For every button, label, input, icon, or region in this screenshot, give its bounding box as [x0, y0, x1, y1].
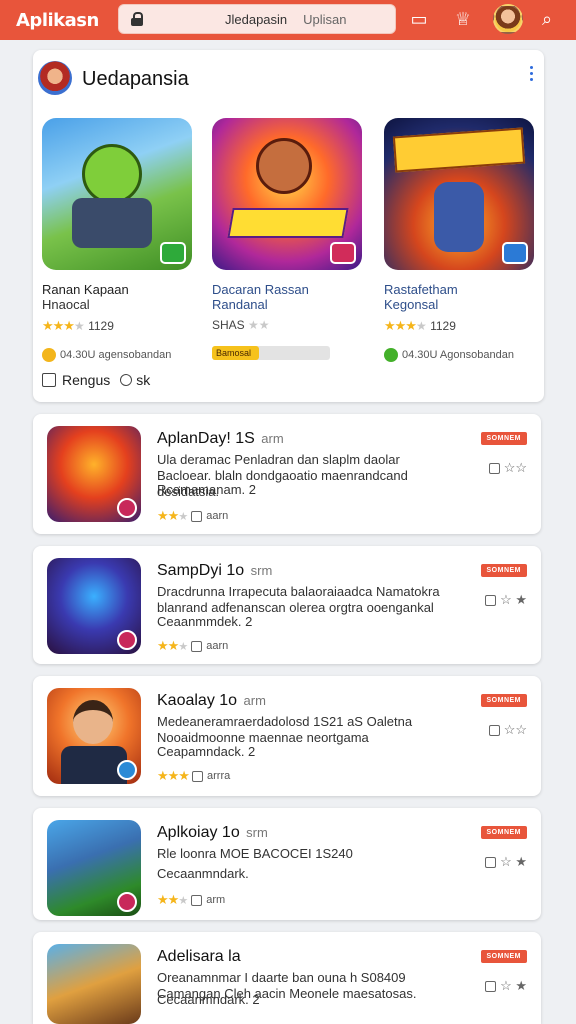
featured-app-name: Rastafetham — [384, 282, 458, 297]
list-item-title: AplanDay! 1S arm — [157, 430, 284, 447]
like-icon[interactable] — [485, 981, 497, 993]
app-badge — [330, 242, 356, 264]
status-badge: SOMNEM — [480, 564, 527, 577]
featured-app-sub: Randanal — [212, 297, 268, 312]
progress-bar: Bamosal — [212, 346, 330, 360]
list-item[interactable]: Kaoalay 1o arm Medeaneramraerdadolosd 1S… — [33, 676, 541, 796]
list-item[interactable]: SampDyi 1o srm Dracdrunna Irrapecuta bal… — [33, 546, 541, 664]
status-badge: SOMNEM — [480, 950, 527, 963]
like-icon[interactable] — [485, 595, 497, 607]
list-item-rating: ★★ ★ arm — [157, 892, 226, 907]
list-item-actions[interactable]: ☆ ★ — [485, 854, 527, 870]
list-item-desc: Medeaneramraerdadolosd 1S21 aS Oaletna N… — [157, 714, 413, 745]
search-icon[interactable] — [120, 374, 133, 386]
featured-app-3[interactable]: Rastafetham Kegonsal ★★★★ 1129 04.30U Ag… — [384, 118, 536, 362]
app-badge — [117, 630, 137, 650]
list-item-extra: Cecaanmndark. 2 — [157, 992, 260, 1007]
app-badge — [160, 242, 186, 264]
app-thumbnail[interactable] — [47, 558, 141, 654]
list-item-extra: Cecaanmndark. — [157, 866, 249, 881]
more-options-icon[interactable] — [528, 66, 534, 84]
list-item-rating: ★★ ★ aarn — [157, 638, 229, 653]
featured-app-2-image[interactable] — [212, 118, 362, 270]
lock-icon — [131, 12, 143, 26]
featured-app-sub: Hnaocal — [42, 297, 90, 312]
list-item[interactable]: AplanDay! 1S arm Ula deramac Penladran d… — [33, 414, 541, 534]
bookmark-icon — [191, 640, 203, 652]
status-badge: SOMNEM — [480, 826, 527, 839]
list-item-title: Kaoalay 1o arm — [157, 692, 266, 709]
avatar[interactable] — [493, 4, 523, 34]
list-item-extra: Ceapamndack. 2 — [157, 744, 256, 759]
list-item-actions[interactable]: ☆ ★ — [485, 592, 527, 608]
list-item-extra: Rcamamanam. 2 — [157, 482, 256, 497]
app-brand[interactable]: Aplikasn — [16, 10, 108, 31]
featured-title: Uedapansia — [82, 68, 189, 90]
list-item-rating: ★★★ arrra — [157, 768, 231, 783]
list-item-actions[interactable]: ☆☆ — [488, 722, 527, 738]
app-thumbnail[interactable] — [47, 426, 141, 522]
app-thumbnail[interactable] — [47, 944, 141, 1024]
list-item-desc: Dracdrunna Irrapecuta balaoraiaadca Nama… — [157, 584, 440, 615]
featured-app-1[interactable]: Ranan Kapaan Hnaocal ★★★★ 1129 04.30U ag… — [42, 118, 194, 362]
status-badge: SOMNEM — [480, 432, 527, 445]
featured-app-meta: Bamosal — [212, 346, 364, 360]
app-badge — [117, 760, 137, 780]
download-icon[interactable]: ▭ — [408, 8, 430, 30]
app-thumbnail[interactable] — [47, 820, 141, 916]
like-label[interactable]: Rengus — [62, 372, 110, 388]
like-icon[interactable] — [488, 725, 500, 737]
bookmark-icon — [191, 894, 203, 906]
featured-app-meta: 04.30U Agonsobandan — [384, 348, 536, 362]
featured-app-sub: Kegonsal — [384, 297, 439, 312]
like-icon[interactable] — [485, 857, 497, 869]
search-bar[interactable]: Jledapasin Uplisan — [118, 4, 396, 34]
search-text: Jledapasin — [225, 11, 288, 27]
like-icon[interactable] — [42, 373, 56, 387]
featured-app-2[interactable]: Dacaran Rassan Randanal SHAS ★★ Bamosal — [212, 118, 364, 360]
list-item[interactable]: Adelisara la Oreanamnmar I daarte ban ou… — [33, 932, 541, 1024]
app-badge — [117, 498, 137, 518]
featured-app-rating: ★★★★ 1129 — [384, 318, 456, 333]
list-item-actions[interactable]: ☆ ★ — [485, 978, 527, 994]
search-label[interactable]: sk — [136, 372, 150, 388]
app-badge — [117, 892, 137, 912]
list-item-desc: Rle loonra MOE BACOCEI 1S240 — [157, 846, 353, 861]
search-icon[interactable]: ⌕ — [536, 8, 558, 30]
featured-app-rating: ★★★★ 1129 — [42, 318, 114, 333]
status-badge: SOMNEM — [480, 694, 527, 707]
featured-avatar — [38, 61, 72, 95]
app-thumbnail[interactable] — [47, 688, 141, 784]
check-icon — [42, 348, 56, 362]
list-item-title: Aplkoiay 1o srm — [157, 824, 268, 841]
app-badge — [502, 242, 528, 264]
featured-app-3-image[interactable] — [384, 118, 534, 270]
featured-app-name: Dacaran Rassan — [212, 282, 309, 297]
crown-icon[interactable]: ♕ — [452, 8, 474, 30]
featured-actions: Rengus sk — [42, 372, 150, 388]
top-bar: Aplikasn Jledapasin Uplisan ▭ ♕ ⌕ — [0, 0, 576, 40]
featured-app-meta: 04.30U agensobandan — [42, 348, 194, 362]
list-item-title: Adelisara la — [157, 948, 241, 965]
bookmark-icon — [192, 770, 204, 782]
bookmark-icon — [191, 510, 203, 522]
list-item-rating: ★★ ★ aarn — [157, 508, 229, 523]
check-icon — [384, 348, 398, 362]
search-text-secondary: Uplisan — [303, 11, 347, 27]
featured-app-name: Ranan Kapaan — [42, 282, 129, 297]
list-item-extra: Ceaanmmdek. 2 — [157, 614, 253, 629]
featured-app-1-image[interactable] — [42, 118, 192, 270]
list-item-title: SampDyi 1o srm — [157, 562, 273, 579]
featured-card: Uedapansia Ranan Kapaan Hnaocal ★★★★ 112… — [33, 50, 544, 402]
progress-fill: Bamosal — [212, 346, 260, 360]
list-item[interactable]: Aplkoiay 1o srm Rle loonra MOE BACOCEI 1… — [33, 808, 541, 920]
like-icon[interactable] — [488, 463, 500, 475]
featured-app-rating: SHAS ★★ — [212, 318, 270, 332]
list-item-actions[interactable]: ☆☆ — [488, 460, 527, 476]
